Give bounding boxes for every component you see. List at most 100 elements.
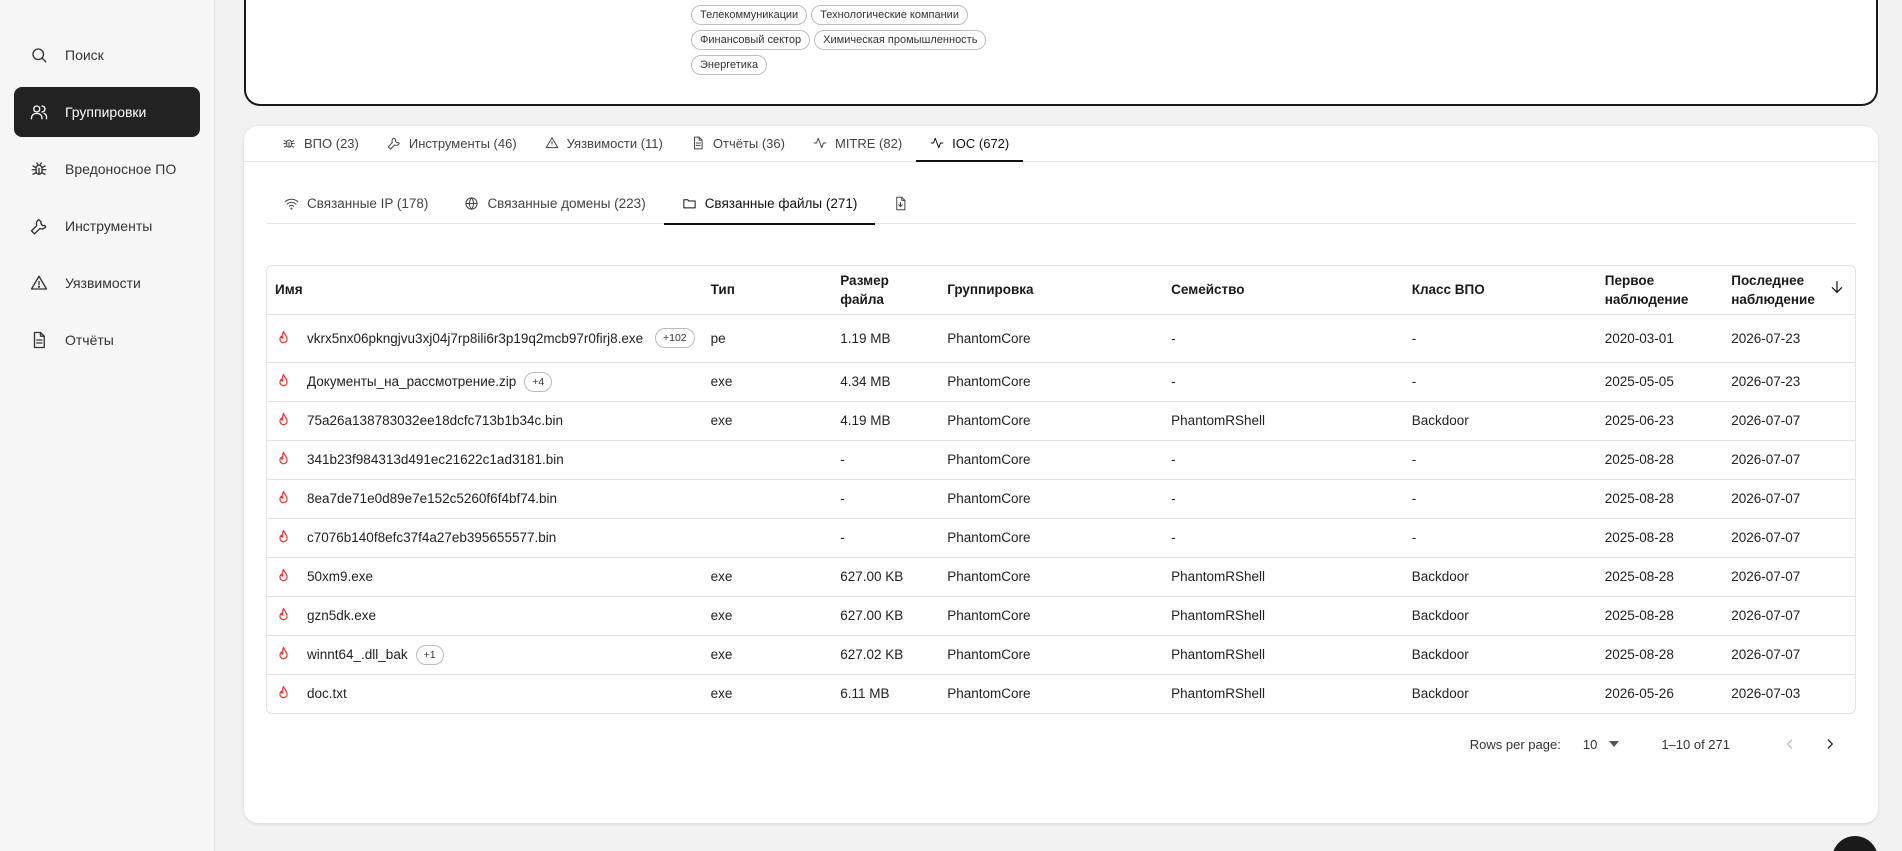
column-header-class[interactable]: Класс ВПО: [1403, 266, 1597, 315]
cell-family: PhantomRShell: [1163, 596, 1404, 636]
fire-icon: [275, 330, 297, 347]
globe-icon: [465, 197, 479, 210]
tab-label: ВПО (23): [304, 135, 359, 151]
cell-class: Backdoor: [1403, 401, 1597, 441]
industry-tag: Финансовый сектор: [691, 30, 811, 50]
table-row[interactable]: 341b23f984313d491ec21622c1ad3181.bin - Pha…: [267, 440, 1855, 480]
sidebar-item-groups[interactable]: Группировки: [14, 87, 200, 137]
rows-per-page-select[interactable]: 10: [1583, 737, 1620, 752]
tab-tools[interactable]: Инструменты (46): [373, 125, 531, 161]
ioc-subtabs: Связанные IP (178) Связанные домены (223…: [266, 184, 1856, 225]
column-header-name[interactable]: Имя: [267, 266, 703, 315]
next-page-button[interactable]: [1816, 730, 1844, 758]
cell-group: PhantomCore: [939, 314, 1164, 363]
fire-icon: [275, 412, 297, 429]
cell-class: Backdoor: [1403, 557, 1597, 597]
file-name-link[interactable]: vkrx5nx06pkngjvu3xj04j7rp8ili6r3p19q2mcb…: [307, 330, 647, 347]
tab-mitre[interactable]: MITRE (82): [799, 125, 916, 161]
sidebar-item-label: Группировки: [65, 104, 147, 120]
table-row[interactable]: vkrx5nx06pkngjvu3xj04j7rp8ili6r3p19q2mcb…: [267, 314, 1855, 363]
column-header-type[interactable]: Тип: [702, 266, 833, 315]
cell-name: winnt64_.dll_bak +1: [267, 635, 703, 675]
download-file-icon: [896, 196, 906, 211]
file-name-link[interactable]: c7076b140f8efc37f4a27eb395655577.bin: [307, 529, 556, 546]
cell-first-seen: 2025-08-28: [1596, 635, 1724, 675]
file-name-link[interactable]: 8ea7de71e0d89e7e152c5260f6f4bf74.bin: [307, 490, 557, 507]
cell-last-seen: 2026-07-07: [1723, 401, 1855, 441]
sidebar-item-label: Инструменты: [65, 218, 153, 234]
sidebar-item-reports[interactable]: Отчёты: [14, 315, 200, 365]
file-name-link[interactable]: doc.txt: [307, 685, 347, 702]
column-header-first-seen[interactable]: Первое наблюдение: [1596, 266, 1724, 315]
cell-type: exe: [710, 686, 733, 702]
sidebar-item-malware[interactable]: Вредоносное ПО: [14, 144, 200, 194]
file-name-link[interactable]: 50xm9.exe: [307, 568, 373, 585]
fire-icon: [275, 568, 297, 585]
subtab-label: Связанные файлы (271): [704, 196, 858, 211]
bug-icon: [29, 159, 49, 179]
rows-per-page-label: Rows per page:: [1469, 736, 1561, 752]
cell-type: exe: [702, 362, 833, 402]
pagination-range: 1–10 of 271: [1661, 736, 1730, 752]
subtab-related-files[interactable]: Связанные файлы (271): [663, 184, 876, 225]
tab-reports[interactable]: Отчёты (36): [677, 125, 799, 161]
table-row[interactable]: Документы_на_рассмотрение.zip +4 exe 4.34 M…: [267, 362, 1855, 402]
cell-first-seen: 2025-08-28: [1596, 440, 1724, 480]
cell-name: 341b23f984313d491ec21622c1ad3181.bin: [267, 440, 703, 480]
cell-class: Backdoor: [1411, 686, 1469, 702]
tab-vulnerabilities[interactable]: Уязвимости (11): [531, 125, 677, 161]
previous-page-button[interactable]: [1776, 730, 1804, 758]
users-icon: [29, 102, 49, 122]
file-name-link[interactable]: winnt64_.dll_bak: [307, 646, 408, 663]
table-row[interactable]: 75a26a138783032ee18dcfc713b1b34c.bin exe 4…: [267, 401, 1855, 441]
column-header-group[interactable]: Группировка: [939, 266, 1164, 315]
group-info-card: Телекоммуникации Технологические компани…: [244, 0, 1878, 106]
table-row[interactable]: 8ea7de71e0d89e7e152c5260f6f4bf74.bin - Pha…: [267, 479, 1855, 519]
tab-ioc[interactable]: IOC (672): [916, 125, 1024, 162]
cell-first-seen: 2025-08-28: [1596, 518, 1724, 558]
file-name-link[interactable]: Документы_на_рассмотрение.zip: [307, 373, 516, 390]
cell-group: PhantomCore: [939, 362, 1164, 402]
table-row[interactable]: 50xm9.exe exe 627.00 KB PhantomCore PhantomR…: [267, 557, 1855, 597]
more-names-badge[interactable]: +4: [524, 371, 553, 392]
floating-action-button[interactable]: [1832, 836, 1878, 851]
cell-name: c7076b140f8efc37f4a27eb395655577.bin: [267, 518, 703, 558]
cell-first-seen: 2025-08-28: [1596, 557, 1724, 597]
cell-family: PhantomRShell: [1163, 401, 1404, 441]
column-header-size[interactable]: Размер файла: [832, 266, 940, 315]
column-header-label: Первое наблюдение: [1604, 272, 1689, 307]
table-row[interactable]: c7076b140f8efc37f4a27eb395655577.bin - Pha…: [267, 518, 1855, 558]
cell-last-seen: 2026-07-03: [1731, 686, 1801, 702]
table-row[interactable]: doc.txt exe 6.11 MB PhantomCore PhantomRShel…: [267, 674, 1855, 713]
sort-arrow-down-icon[interactable]: [1829, 279, 1845, 300]
file-name-link[interactable]: 341b23f984313d491ec21622c1ad3181.bin: [307, 451, 564, 468]
subtab-related-ip[interactable]: Связанные IP (178): [266, 184, 446, 224]
table-row[interactable]: gzn5dk.exe exe 627.00 KB PhantomCore Phantom…: [267, 596, 1855, 636]
sidebar-item-vulnerabilities[interactable]: Уязвимости: [14, 258, 200, 308]
sidebar-item-label: Уязвимости: [65, 275, 141, 291]
cell-type: exe: [702, 401, 833, 441]
file-name-link[interactable]: gzn5dk.exe: [307, 607, 376, 624]
cell-last-seen: 2026-07-07: [1723, 557, 1855, 597]
chevron-right-icon: [1827, 739, 1833, 749]
export-button[interactable]: [875, 184, 926, 224]
sidebar-item-search[interactable]: Поиск: [14, 30, 200, 80]
column-header-family[interactable]: Семейство: [1163, 266, 1404, 315]
more-names-badge[interactable]: +102: [655, 328, 695, 348]
cell-class: -: [1403, 518, 1597, 558]
table-row[interactable]: winnt64_.dll_bak +1 exe 627.02 KB PhantomCor…: [267, 635, 1855, 675]
cell-group: PhantomCore: [939, 401, 1164, 441]
sidebar-item-tools[interactable]: Инструменты: [14, 201, 200, 251]
subtab-related-domains[interactable]: Связанные домены (223): [446, 184, 663, 224]
column-header-last-seen[interactable]: Последнее наблюдение: [1723, 266, 1855, 315]
cell-type: exe: [702, 635, 833, 675]
more-names-badge[interactable]: +1: [415, 644, 444, 665]
sidebar: Поиск Группировки Вредоносное ПО Инструм…: [0, 0, 215, 851]
cell-name: 50xm9.exe: [267, 557, 703, 597]
cell-first-seen: 2025-05-05: [1596, 362, 1724, 402]
file-name-link[interactable]: 75a26a138783032ee18dcfc713b1b34c.bin: [307, 412, 563, 429]
cell-name: gzn5dk.exe: [267, 596, 703, 636]
cell-name: Документы_на_рассмотрение.zip +4: [267, 362, 703, 402]
tab-malware[interactable]: ВПО (23): [268, 125, 373, 161]
cell-last-seen: 2026-07-07: [1723, 518, 1855, 558]
